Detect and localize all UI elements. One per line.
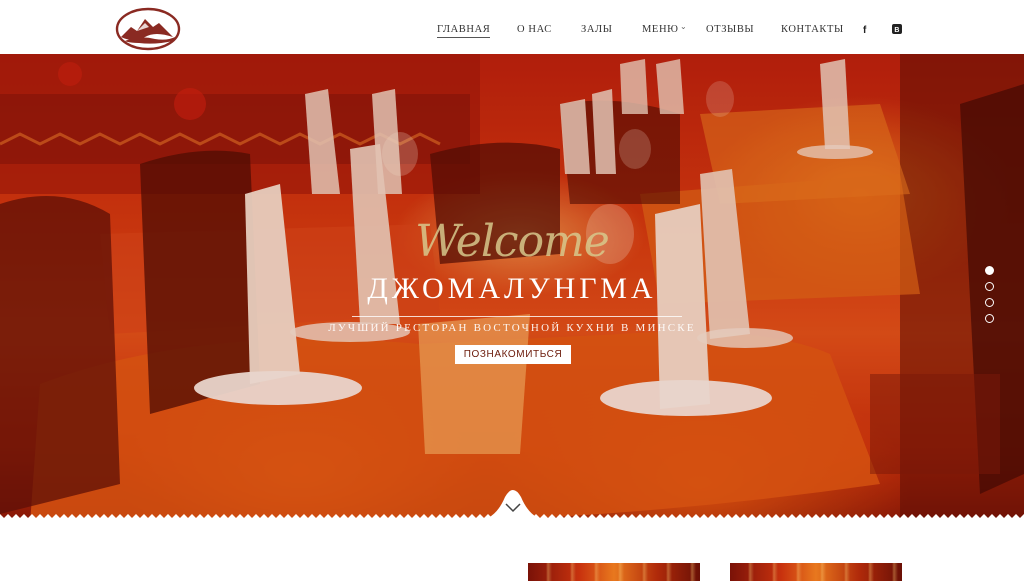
nav-item-halls[interactable]: ЗАЛЫ: [581, 24, 613, 35]
site-header: ГЛАВНАЯ О НАС ЗАЛЫ МЕНЮ ⌄ ОТЗЫВЫ КОНТАКТ…: [0, 0, 1024, 54]
nav-item-reviews[interactable]: ОТЗЫВЫ: [706, 24, 754, 35]
hall-thumbnail-2[interactable]: [730, 563, 902, 581]
nav-item-home[interactable]: ГЛАВНАЯ: [437, 24, 491, 38]
scroll-down-button[interactable]: [475, 485, 551, 521]
nav-item-about[interactable]: О НАС: [517, 24, 552, 35]
welcome-script: Welcome: [415, 216, 610, 267]
hero-title: ДЖОМАЛУНГМА: [367, 272, 657, 305]
vk-icon[interactable]: B: [891, 22, 903, 34]
svg-text:f: f: [863, 25, 867, 35]
title-divider: [352, 316, 682, 317]
svg-text:B: B: [894, 27, 899, 34]
slide-dot-1[interactable]: [985, 266, 994, 275]
nav-item-menu[interactable]: МЕНЮ: [642, 24, 679, 35]
hero-slider: Welcome ДЖОМАЛУНГМА ЛУЧШИЙ РЕСТОРАН ВОСТ…: [0, 54, 1024, 520]
slide-dot-2[interactable]: [985, 282, 994, 291]
mountain-logo-icon[interactable]: [115, 7, 181, 51]
facebook-icon[interactable]: f: [860, 22, 872, 36]
chevron-down-icon[interactable]: ⌄: [680, 22, 687, 31]
hall-thumbnail-1[interactable]: [528, 563, 700, 581]
get-acquainted-button[interactable]: ПОЗНАКОМИТЬСЯ: [455, 345, 571, 364]
slide-dot-4[interactable]: [985, 314, 994, 323]
slide-dot-3[interactable]: [985, 298, 994, 307]
hero-subtitle: ЛУЧШИЙ РЕСТОРАН ВОСТОЧНОЙ КУХНИ В МИНСКЕ: [328, 322, 696, 334]
slider-pagination: [985, 266, 994, 330]
nav-item-contacts[interactable]: КОНТАКТЫ: [781, 24, 844, 35]
